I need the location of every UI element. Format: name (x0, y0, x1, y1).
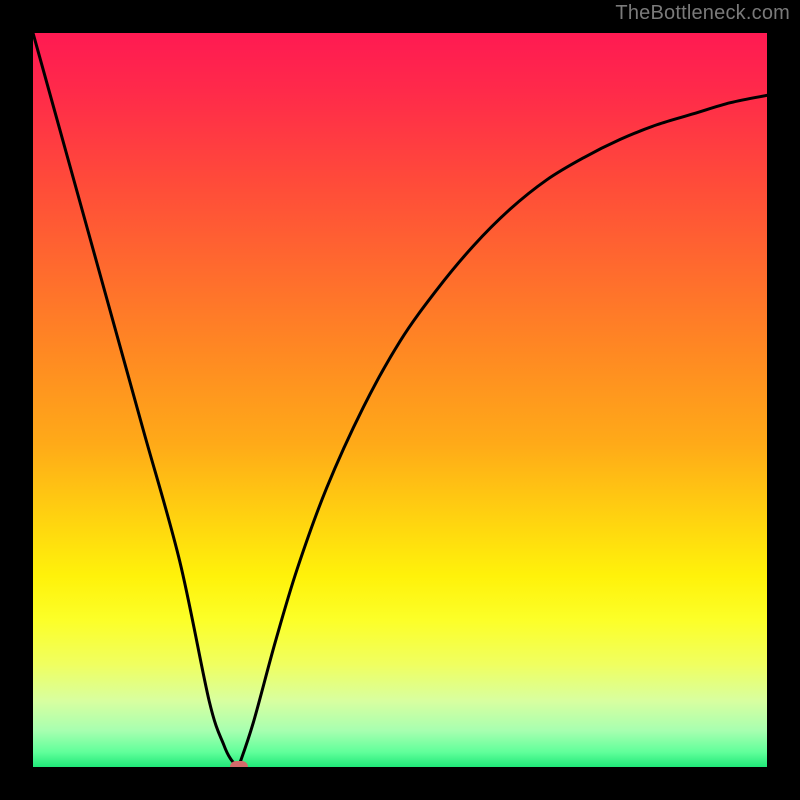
curve-layer (33, 33, 767, 767)
optimal-point-marker (230, 761, 248, 767)
watermark-text: TheBottleneck.com (615, 2, 790, 25)
chart-frame: TheBottleneck.com (0, 0, 800, 800)
plot-area (33, 33, 767, 767)
bottleneck-curve (33, 33, 767, 767)
